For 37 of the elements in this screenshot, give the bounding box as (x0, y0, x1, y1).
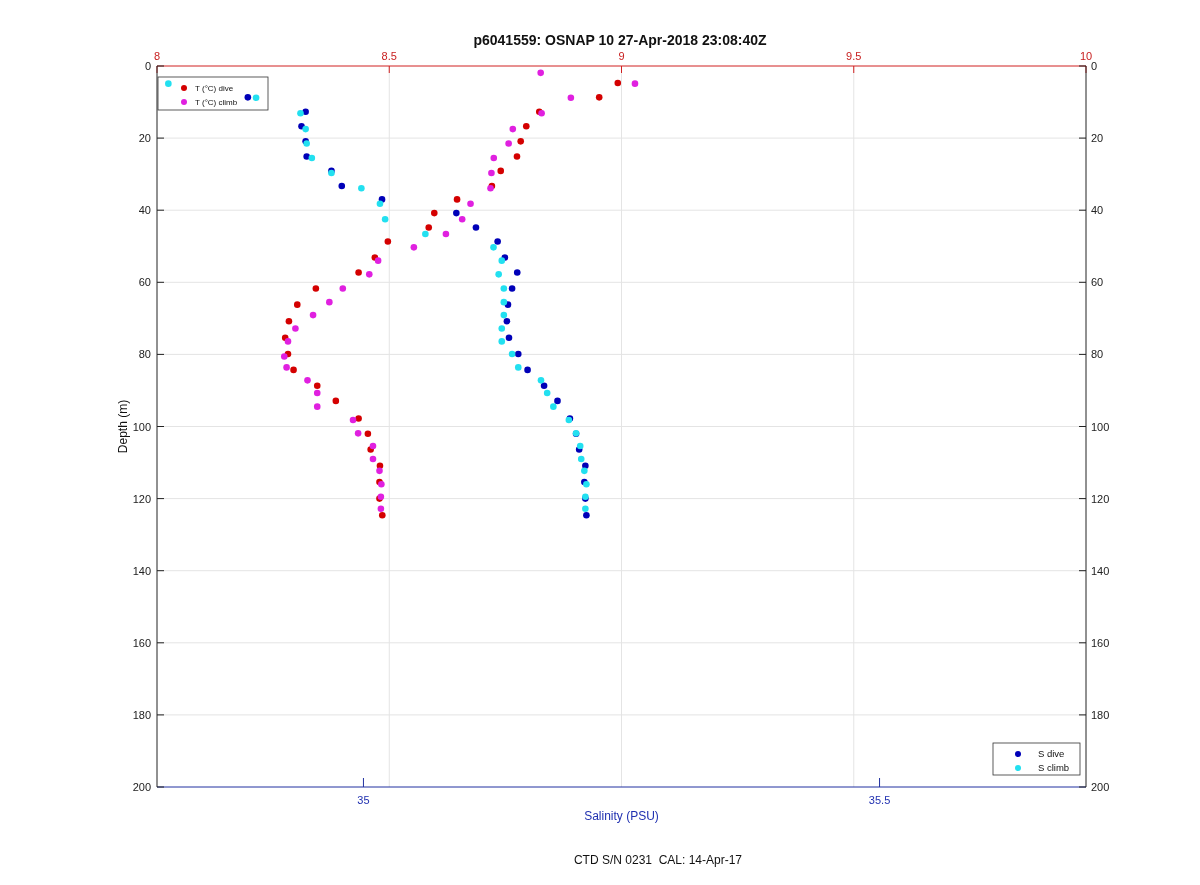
legend-label: T (°C) dive (195, 84, 234, 93)
axis-tick-label: 20 (138, 132, 151, 145)
axis-tick-label: 80 (138, 348, 151, 361)
y-axis-title: Depth (m) (116, 399, 130, 454)
footer-caption: CTD S/N 0231 CAL: 14-Apr-17 (573, 853, 743, 867)
axis-tick-label: 8 (153, 50, 161, 62)
axis-tick-label: 35 (357, 794, 370, 806)
legend-label: S dive (1038, 748, 1065, 759)
axis-tick-label: 0 (1091, 60, 1098, 72)
legend-label: S climb (1038, 762, 1070, 773)
axis-tick-label: 200 (1091, 781, 1110, 793)
axis-tick-label: 120 (1091, 492, 1110, 505)
axis-tick-label: 9 (618, 50, 625, 62)
axis-tick-label: 80 (1091, 348, 1104, 361)
axis-tick-label: 160 (1091, 636, 1110, 649)
axis-tick-label: 0 (144, 60, 151, 72)
axis-tick-label: 40 (1091, 204, 1104, 217)
axis-tick-label: 100 (132, 420, 151, 433)
axis-tick-label: 8.5 (381, 50, 397, 62)
axis-tick-label: 200 (132, 781, 151, 793)
axis-tick-label: 160 (132, 636, 151, 649)
axis-tick-label: 140 (132, 564, 151, 577)
axis-tick-label: 180 (132, 708, 151, 721)
axis-tick-label: 20 (1091, 132, 1104, 145)
axis-tick-label: 9.5 (846, 50, 862, 62)
chart-title: p6041559: OSNAP 10 27-Apr-2018 23:08:40Z (473, 32, 767, 48)
axis-tick-label: 35.5 (868, 794, 891, 806)
axis-tick-label: 60 (1091, 276, 1104, 289)
axis-tick-label: 60 (138, 276, 151, 289)
x-axis-title: Salinity (PSU) (584, 809, 659, 823)
axis-tick-label: 180 (1091, 708, 1110, 721)
axis-tick-label: 120 (132, 492, 151, 505)
axis-tick-label: 10 (1079, 50, 1093, 62)
axis-tick-label: 40 (138, 204, 151, 217)
axis-tick-label: 100 (1091, 420, 1110, 433)
axis-tick-label: 140 (1091, 564, 1110, 577)
legend-label: T (°C) climb (195, 98, 238, 107)
